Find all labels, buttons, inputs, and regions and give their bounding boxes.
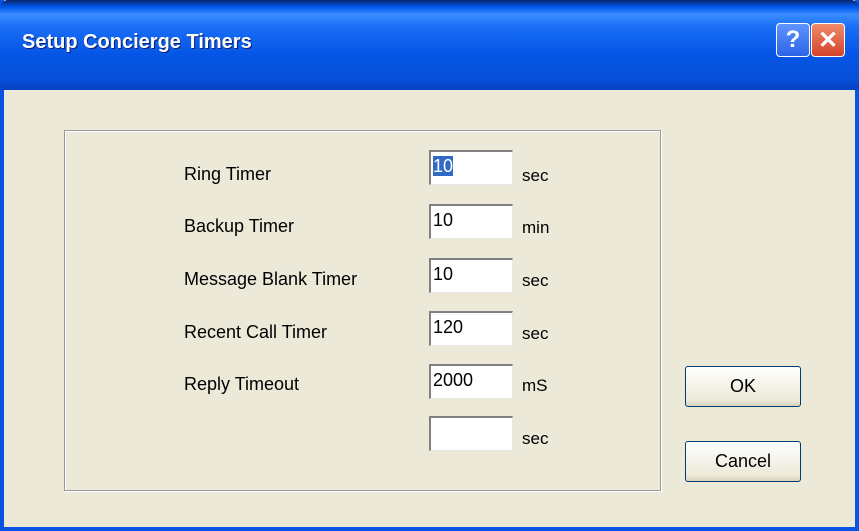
ring-timer-field[interactable]: 10 bbox=[429, 150, 513, 185]
message-blank-timer-field[interactable]: 10 bbox=[429, 258, 513, 293]
backup-timer-label: Backup Timer bbox=[184, 216, 295, 236]
dialog-client-area: Ring Timer 10 sec Backup Timer 10 min Me… bbox=[4, 90, 855, 527]
reply-timeout-value: 2000 bbox=[433, 370, 474, 390]
message-blank-timer-value: 10 bbox=[433, 264, 454, 284]
cancel-button[interactable]: Cancel bbox=[685, 441, 801, 482]
ring-timer-label: Ring Timer bbox=[184, 164, 272, 184]
window-title: Setup Concierge Timers bbox=[22, 31, 252, 53]
recent-call-timer-value: 120 bbox=[433, 317, 464, 337]
reply-timeout-field[interactable]: 2000 bbox=[429, 364, 513, 399]
backup-timer-field[interactable]: 10 bbox=[429, 204, 513, 239]
ring-timer-value: 10 bbox=[433, 156, 454, 176]
close-icon: ✕ bbox=[817, 26, 839, 54]
ok-button[interactable]: OK bbox=[685, 366, 801, 407]
recent-call-timer-label: Recent Call Timer bbox=[184, 322, 328, 342]
extra-timer-field[interactable] bbox=[429, 416, 513, 451]
dialog-window: Setup Concierge Timers ? ✕ Ring Timer 10… bbox=[0, 0, 859, 531]
close-button[interactable]: ✕ bbox=[811, 23, 845, 57]
timers-group-box bbox=[64, 130, 661, 491]
recent-call-timer-field[interactable]: 120 bbox=[429, 311, 513, 346]
backup-timer-unit: min bbox=[522, 218, 550, 237]
ring-timer-unit: sec bbox=[522, 166, 549, 185]
extra-timer-unit: sec bbox=[522, 429, 549, 448]
title-bar[interactable]: Setup Concierge Timers ? ✕ bbox=[0, 0, 859, 90]
reply-timeout-label: Reply Timeout bbox=[184, 374, 300, 394]
message-blank-timer-label: Message Blank Timer bbox=[184, 269, 358, 289]
reply-timeout-unit: mS bbox=[522, 376, 548, 395]
recent-call-timer-unit: sec bbox=[522, 324, 549, 343]
help-icon: ? bbox=[785, 26, 801, 53]
backup-timer-value: 10 bbox=[433, 210, 454, 230]
help-button[interactable]: ? bbox=[776, 23, 810, 57]
message-blank-timer-unit: sec bbox=[522, 271, 549, 290]
